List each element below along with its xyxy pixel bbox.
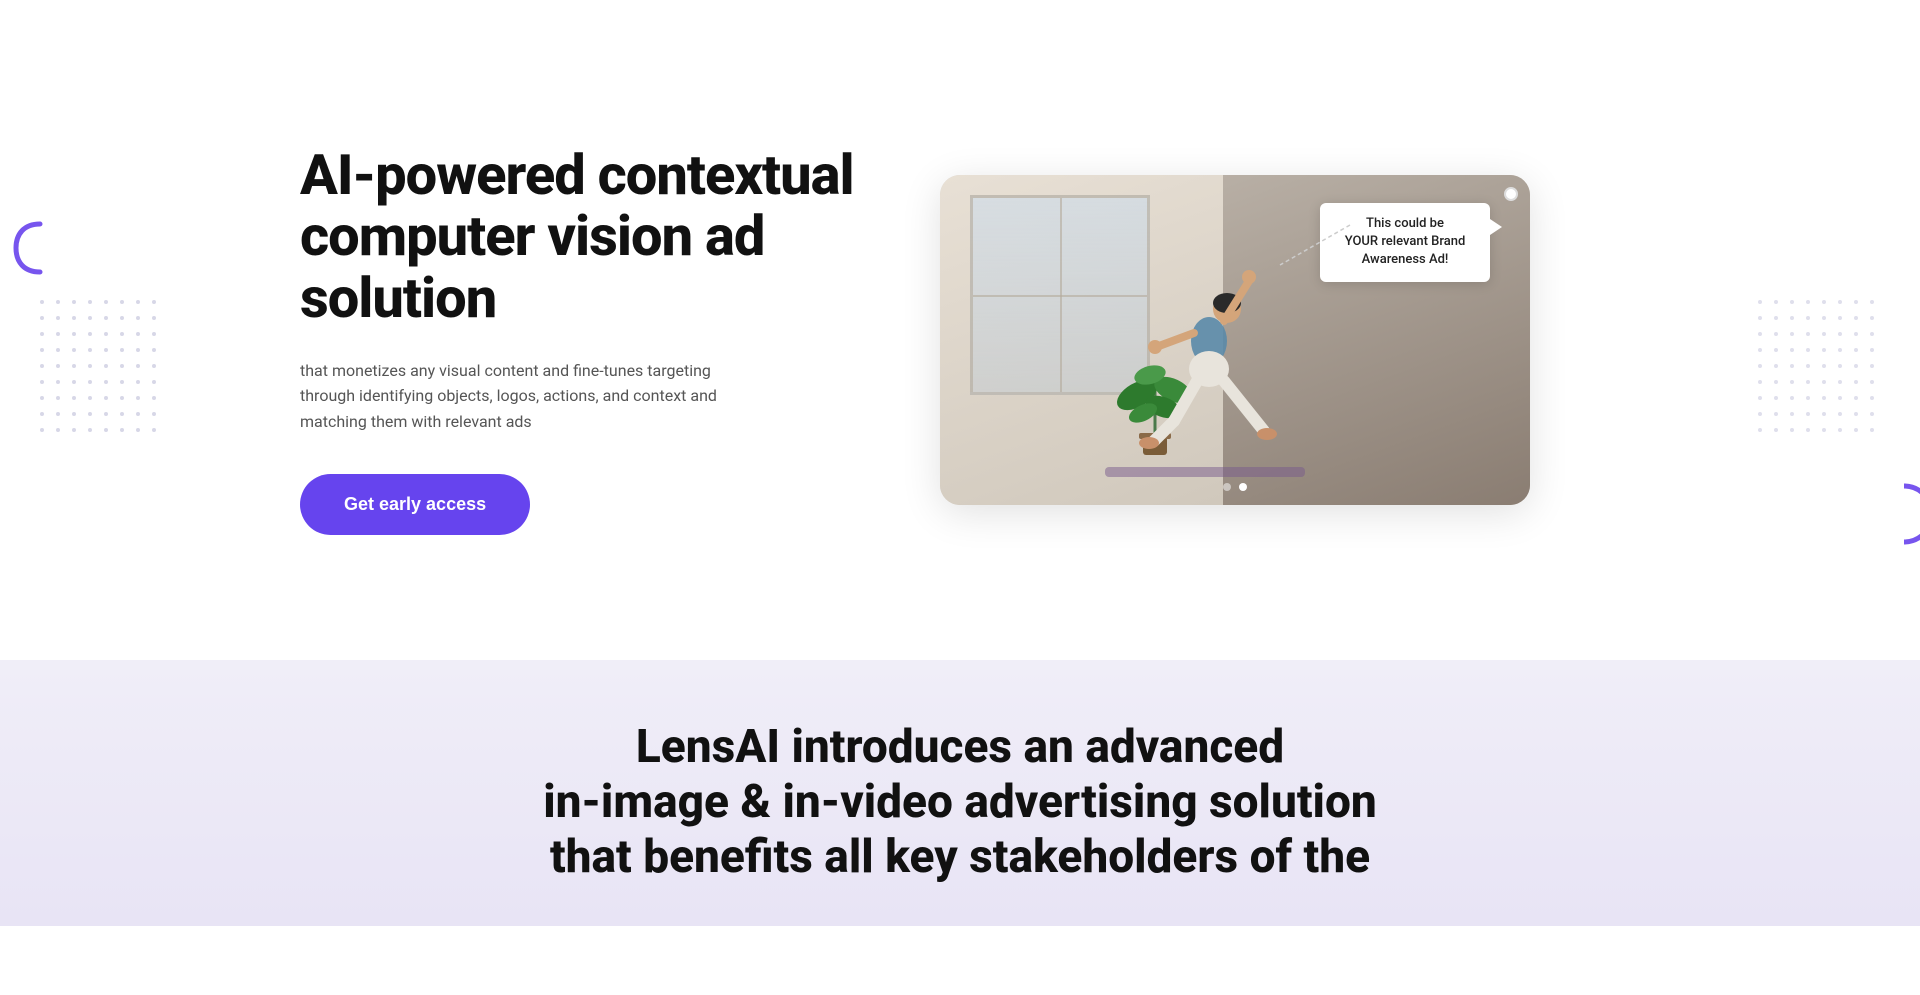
hero-content: AI-powered contextual computer vision ad… [260,145,1660,536]
bracket-decoration-left [8,220,50,280]
get-early-access-button[interactable]: Get early access [300,474,530,535]
circle-decoration-right [1868,480,1920,552]
demo-card: This could be YOUR relevant Brand Awaren… [940,175,1530,505]
bottom-section: LensAI introduces an advanced in-image &… [0,660,1920,926]
hero-title: AI-powered contextual computer vision ad… [300,145,860,330]
hero-text-block: AI-powered contextual computer vision ad… [300,145,860,536]
ad-tooltip-line1: This could be [1366,216,1444,231]
bottom-title: LensAI introduces an advanced in-image &… [510,720,1410,886]
carousel-dot-1[interactable] [1223,483,1231,491]
dot-grid-decoration-right: const dright = document.querySelector('.… [1758,300,1880,432]
hero-visual: This could be YOUR relevant Brand Awaren… [940,175,1620,505]
yoga-scene: This could be YOUR relevant Brand Awaren… [940,175,1530,505]
carousel-dots [1223,483,1247,491]
card-pin [1504,187,1518,201]
hero-subtitle: that monetizes any visual content and fi… [300,358,720,435]
hero-section: const dleft = document.querySelector('.d… [0,0,1920,660]
ad-tooltip: This could be YOUR relevant Brand Awaren… [1320,203,1490,282]
carousel-dot-2[interactable] [1239,483,1247,491]
bottom-line2: in-image & in-video advertising solution [543,775,1377,829]
yoga-person [1079,251,1339,475]
ad-tooltip-line2: YOUR relevant Brand [1345,234,1466,249]
dot-grid-decoration-left: const dleft = document.querySelector('.d… [40,300,162,432]
bottom-line3: that benefits all key stakeholders of th… [550,830,1370,884]
ad-tooltip-line3: Awareness Ad! [1362,252,1449,267]
bottom-line1: LensAI introduces an advanced [636,720,1284,774]
